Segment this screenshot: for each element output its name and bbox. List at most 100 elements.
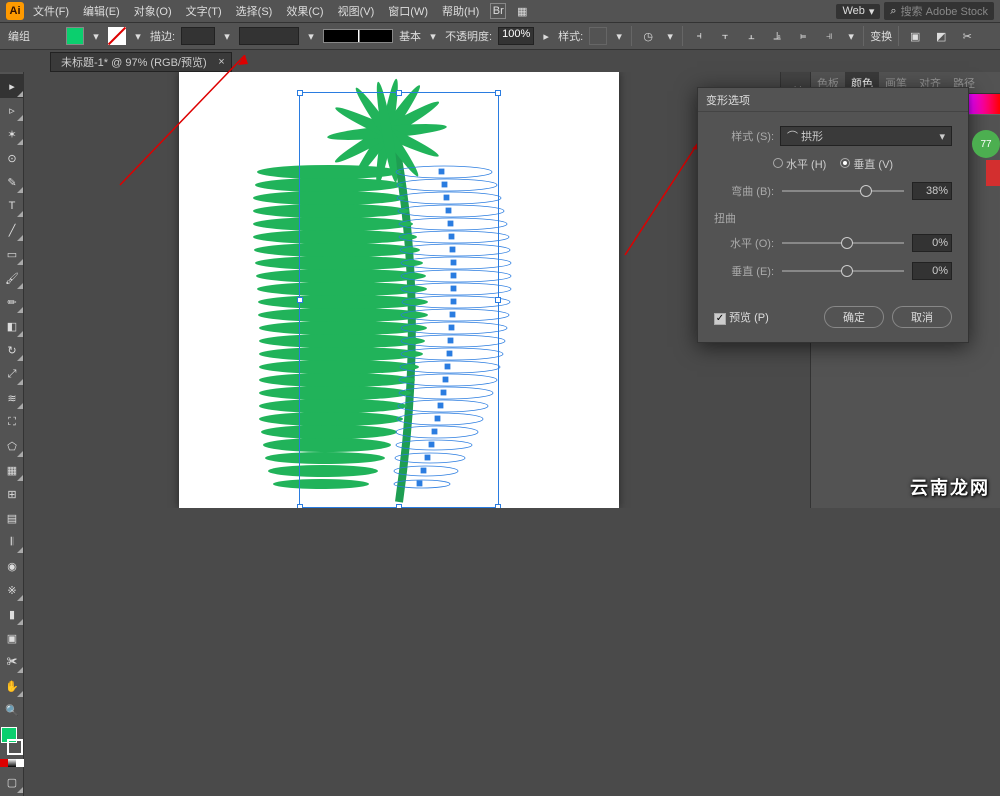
artboard-tool[interactable]: ▣ — [0, 626, 24, 650]
color-mode-fill-icon[interactable] — [0, 759, 8, 767]
mesh-tool[interactable]: ⊞ — [0, 482, 24, 506]
recolor-dropdown[interactable]: ▾ — [664, 27, 676, 45]
dist-h-value[interactable]: 0% — [912, 234, 952, 252]
width-tool[interactable]: ≋ — [0, 386, 24, 410]
canvas[interactable] — [54, 72, 634, 508]
opacity-input[interactable]: 100% — [498, 27, 534, 45]
ok-button[interactable]: 确定 — [824, 306, 884, 328]
menu-file[interactable]: 文件(F) — [28, 1, 74, 21]
cancel-button[interactable]: 取消 — [892, 306, 952, 328]
style-dropdown[interactable]: ▾ — [613, 27, 625, 45]
stroke-swatch[interactable] — [108, 27, 126, 45]
fill-stroke-control[interactable] — [0, 726, 24, 756]
fill-swatch[interactable] — [66, 27, 84, 45]
stroke-profile-dropdown[interactable]: ▾ — [305, 27, 317, 45]
align-bottom-icon[interactable]: ⫣ — [821, 28, 837, 44]
selection-bounding-box[interactable] — [299, 92, 499, 508]
dist-v-value[interactable]: 0% — [912, 262, 952, 280]
direct-selection-tool[interactable]: ▹ — [0, 98, 24, 122]
bend-slider[interactable] — [782, 184, 904, 198]
orientation-vertical[interactable]: 垂直 (V) — [840, 156, 893, 172]
menu-view[interactable]: 视图(V) — [333, 1, 380, 21]
mask-icon[interactable]: ◩ — [933, 28, 949, 44]
document-tabbar: 未标题-1* @ 97% (RGB/预览) × — [0, 50, 1000, 72]
recolor-icon[interactable]: ◷ — [640, 28, 656, 44]
document-tab[interactable]: 未标题-1* @ 97% (RGB/预览) × — [50, 52, 232, 72]
rotate-tool[interactable]: ↻ — [0, 338, 24, 362]
resize-handle[interactable] — [495, 90, 501, 96]
align-right-icon[interactable]: ⫠ — [743, 28, 759, 44]
align-middle-icon[interactable]: ⫢ — [795, 28, 811, 44]
magic-wand-tool[interactable]: ✶ — [0, 122, 24, 146]
free-transform-tool[interactable]: ⛶ — [0, 410, 24, 434]
style-swatch[interactable] — [589, 27, 607, 45]
stock-search[interactable]: ⌕ 搜索 Adobe Stock — [884, 2, 994, 20]
color-mode-none-icon[interactable] — [16, 759, 24, 767]
menu-help[interactable]: 帮助(H) — [437, 1, 484, 21]
selection-tool[interactable]: ▸ — [0, 74, 24, 98]
resize-handle[interactable] — [495, 297, 501, 303]
menu-window[interactable]: 窗口(W) — [383, 1, 433, 21]
symbol-sprayer-tool[interactable]: ※ — [0, 578, 24, 602]
fill-dropdown[interactable]: ▾ — [90, 27, 102, 45]
search-icon: ⌕ — [890, 5, 896, 18]
screen-mode-tool[interactable]: ▢ — [0, 770, 24, 794]
type-tool[interactable]: T — [0, 194, 24, 218]
align-top-icon[interactable]: ⫡ — [769, 28, 785, 44]
resize-handle[interactable] — [396, 504, 402, 508]
dist-v-slider[interactable] — [782, 264, 904, 278]
column-graph-tool[interactable]: ▮ — [0, 602, 24, 626]
menu-effect[interactable]: 效果(C) — [281, 1, 328, 21]
shape-builder-tool[interactable]: ⬠ — [0, 434, 24, 458]
resize-handle[interactable] — [396, 90, 402, 96]
align-dropdown[interactable]: ▾ — [845, 27, 857, 45]
scale-tool[interactable]: ⤢ — [0, 362, 24, 386]
stroke-weight-input[interactable] — [181, 27, 215, 45]
warp-style-select[interactable]: ⌒ 拱形 ▾ — [780, 126, 952, 146]
arrange-icon[interactable]: ▦ — [514, 3, 530, 19]
bend-value[interactable]: 38% — [912, 182, 952, 200]
notification-badge[interactable]: 77 — [972, 130, 1000, 158]
resize-handle[interactable] — [297, 90, 303, 96]
eraser-tool[interactable]: ◧ — [0, 314, 24, 338]
brush-dropdown[interactable]: ▾ — [427, 27, 439, 45]
paintbrush-tool[interactable]: 🖌 — [0, 266, 24, 290]
pencil-tool[interactable]: ✏ — [0, 290, 24, 314]
stroke-weight-dropdown[interactable]: ▾ — [221, 27, 233, 45]
eyedropper-tool[interactable]: 𝄃 — [0, 530, 24, 554]
color-mode-gradient-icon[interactable] — [8, 759, 16, 767]
crop-icon[interactable]: ✂ — [959, 28, 975, 44]
brush-preview[interactable] — [323, 29, 393, 43]
slice-tool[interactable]: ✀ — [0, 650, 24, 674]
resize-handle[interactable] — [495, 504, 501, 508]
opacity-dropdown[interactable]: ▸ — [540, 27, 552, 45]
align-left-icon[interactable]: ⫞ — [691, 28, 707, 44]
gradient-tool[interactable]: ▤ — [0, 506, 24, 530]
dialog-titlebar[interactable]: 变形选项 — [698, 88, 968, 112]
isolate-icon[interactable]: ▣ — [907, 28, 923, 44]
pen-tool[interactable]: ✎ — [0, 170, 24, 194]
perspective-grid-tool[interactable]: ▦ — [0, 458, 24, 482]
bridge-icon[interactable]: Br — [490, 3, 506, 19]
workspace-switcher[interactable]: Web ▾ — [836, 4, 880, 19]
menu-select[interactable]: 选择(S) — [231, 1, 278, 21]
dist-h-slider[interactable] — [782, 236, 904, 250]
menu-type[interactable]: 文字(T) — [181, 1, 227, 21]
close-tab-icon[interactable]: × — [218, 56, 224, 68]
preview-checkbox[interactable]: ✓ 预览 (P) — [714, 309, 769, 325]
orientation-horizontal[interactable]: 水平 (H) — [773, 156, 826, 172]
align-center-icon[interactable]: ⫟ — [717, 28, 733, 44]
menu-edit[interactable]: 编辑(E) — [78, 1, 125, 21]
stroke-profile[interactable] — [239, 27, 299, 45]
rectangle-tool[interactable]: ▭ — [0, 242, 24, 266]
blend-tool[interactable]: ◉ — [0, 554, 24, 578]
lasso-tool[interactable]: ⊙ — [0, 146, 24, 170]
zoom-tool[interactable]: 🔍 — [0, 698, 24, 722]
line-tool[interactable]: ╱ — [0, 218, 24, 242]
resize-handle[interactable] — [297, 504, 303, 508]
stroke-indicator[interactable] — [7, 739, 23, 755]
hand-tool[interactable]: ✋ — [0, 674, 24, 698]
stroke-dropdown[interactable]: ▾ — [132, 27, 144, 45]
resize-handle[interactable] — [297, 297, 303, 303]
menu-object[interactable]: 对象(O) — [129, 1, 177, 21]
